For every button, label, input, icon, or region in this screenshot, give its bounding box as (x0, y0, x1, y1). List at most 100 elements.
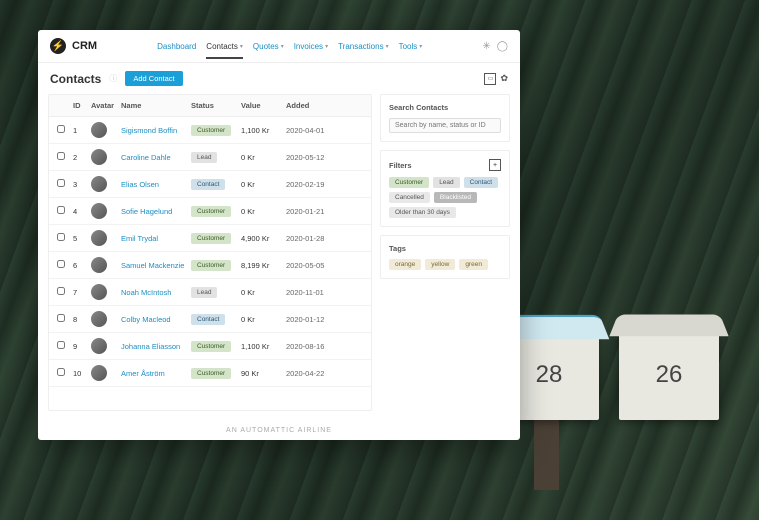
contact-name-link[interactable]: Sofie Hagelund (121, 207, 172, 216)
contact-name-link[interactable]: Caroline Dahle (121, 153, 171, 162)
filters-panel: Filters + CustomerLeadContactCancelledBl… (380, 150, 510, 227)
row-checkbox[interactable] (57, 152, 65, 160)
add-contact-button[interactable]: Add Contact (125, 71, 182, 86)
row-checkbox[interactable] (57, 179, 65, 187)
table-body: 1Sigismond BoffinCustomer1,100 Kr2020-04… (49, 117, 371, 387)
cell-added: 2020-02-19 (286, 180, 341, 189)
avatar[interactable] (91, 203, 107, 219)
row-checkbox[interactable] (57, 125, 65, 133)
notifications-icon[interactable]: ✳ (482, 41, 490, 52)
content-area: IDAvatarNameStatusValueAdded 1Sigismond … (38, 94, 520, 421)
filter-chip-lead[interactable]: Lead (433, 177, 459, 188)
avatar[interactable] (91, 176, 107, 192)
contact-name-link[interactable]: Johanna Eliasson (121, 342, 180, 351)
column-header[interactable]: Avatar (91, 101, 121, 110)
table-row[interactable]: 7Noah McIntoshLead0 Kr2020-11-01 (49, 279, 371, 306)
contact-name-link[interactable]: Elias Olsen (121, 180, 159, 189)
contact-name-link[interactable]: Colby Macleod (121, 315, 171, 324)
brand[interactable]: ⚡ CRM (50, 38, 97, 54)
chevron-down-icon: ▾ (325, 43, 328, 50)
status-badge: Lead (191, 152, 217, 163)
status-badge: Contact (191, 314, 225, 325)
status-badge: Customer (191, 260, 231, 271)
column-header[interactable]: ID (73, 101, 91, 110)
row-checkbox[interactable] (57, 341, 65, 349)
tags-panel: Tags orangeyellowgreen (380, 235, 510, 279)
table-row[interactable]: 4Sofie HagelundCustomer0 Kr2020-01-21 (49, 198, 371, 225)
avatar[interactable] (91, 122, 107, 138)
tag-chip[interactable]: green (459, 259, 488, 270)
view-controls: ▭ ✿ (484, 73, 508, 85)
avatar[interactable] (91, 149, 107, 165)
settings-gear-icon[interactable]: ✿ (500, 73, 508, 85)
crm-app-window: ⚡ CRM DashboardContacts▾Quotes▾Invoices▾… (38, 30, 520, 440)
search-input[interactable] (389, 118, 501, 133)
cell-added: 2020-11-01 (286, 288, 341, 297)
cell-added: 2020-01-21 (286, 207, 341, 216)
table-row[interactable]: 3Elias OlsenContact0 Kr2020-02-19 (49, 171, 371, 198)
cell-value: 1,100 Kr (241, 342, 286, 351)
avatar[interactable] (91, 257, 107, 273)
footer-tagline: AN AUTOMATTIC AIRLINE (38, 421, 520, 440)
avatar[interactable] (91, 365, 107, 381)
table-row[interactable]: 9Johanna EliassonCustomer1,100 Kr2020-08… (49, 333, 371, 360)
cell-id: 7 (73, 288, 91, 297)
contact-name-link[interactable]: Sigismond Boffin (121, 126, 177, 135)
contact-name-link[interactable]: Amer Åström (121, 369, 165, 378)
row-checkbox[interactable] (57, 368, 65, 376)
row-checkbox[interactable] (57, 287, 65, 295)
info-icon[interactable]: ⓘ (109, 73, 117, 84)
brand-name: CRM (72, 40, 97, 52)
table-row[interactable]: 6Samuel MackenzieCustomer8,199 Kr2020-05… (49, 252, 371, 279)
avatar[interactable] (91, 284, 107, 300)
avatar[interactable] (91, 311, 107, 327)
column-header[interactable]: Name (121, 101, 191, 110)
cell-added: 2020-04-01 (286, 126, 341, 135)
cell-id: 3 (73, 180, 91, 189)
table-row[interactable]: 5Emil TrydalCustomer4,900 Kr2020-01-28 (49, 225, 371, 252)
mailbox: 26 (619, 330, 719, 420)
filter-chip-cancelled[interactable]: Cancelled (389, 192, 430, 203)
row-checkbox[interactable] (57, 260, 65, 268)
nav-item-contacts[interactable]: Contacts▾ (206, 42, 243, 59)
view-toggle-icon[interactable]: ▭ (484, 73, 496, 85)
cell-added: 2020-01-12 (286, 315, 341, 324)
status-badge: Lead (191, 287, 217, 298)
avatar[interactable] (91, 338, 107, 354)
nav-item-tools[interactable]: Tools▾ (399, 42, 423, 51)
page-title: Contacts (50, 72, 101, 86)
tag-chip[interactable]: orange (389, 259, 421, 270)
tag-chip[interactable]: yellow (425, 259, 455, 270)
filter-chip-contact[interactable]: Contact (464, 177, 498, 188)
filter-chip-customer[interactable]: Customer (389, 177, 429, 188)
table-row[interactable]: 2Caroline DahleLead0 Kr2020-05-12 (49, 144, 371, 171)
contact-name-link[interactable]: Emil Trydal (121, 234, 158, 243)
row-checkbox[interactable] (57, 314, 65, 322)
user-icon[interactable]: ◯ (497, 41, 508, 52)
sidebar: Search Contacts Filters + CustomerLeadCo… (380, 94, 510, 411)
table-row[interactable]: 1Sigismond BoffinCustomer1,100 Kr2020-04… (49, 117, 371, 144)
contacts-table: IDAvatarNameStatusValueAdded 1Sigismond … (48, 94, 372, 411)
chevron-down-icon: ▾ (281, 43, 284, 50)
status-badge: Customer (191, 125, 231, 136)
avatar[interactable] (91, 230, 107, 246)
column-header[interactable]: Value (241, 101, 286, 110)
cell-id: 4 (73, 207, 91, 216)
nav-item-transactions[interactable]: Transactions▾ (338, 42, 389, 51)
filter-chip-older[interactable]: Older than 30 days (389, 207, 456, 218)
filter-chip-blacklisted[interactable]: Blacklisted (434, 192, 477, 203)
nav-item-dashboard[interactable]: Dashboard (157, 42, 196, 51)
column-header[interactable]: Status (191, 101, 241, 110)
add-filter-icon[interactable]: + (489, 159, 501, 171)
table-row[interactable]: 8Colby MacleodContact0 Kr2020-01-12 (49, 306, 371, 333)
title-bar: Contacts ⓘ Add Contact ▭ ✿ (38, 63, 520, 94)
nav-item-quotes[interactable]: Quotes▾ (253, 42, 284, 51)
column-header[interactable]: Added (286, 101, 341, 110)
row-checkbox[interactable] (57, 206, 65, 214)
row-checkbox[interactable] (57, 233, 65, 241)
table-row[interactable]: 10Amer ÅströmCustomer90 Kr2020-04-22 (49, 360, 371, 387)
contact-name-link[interactable]: Noah McIntosh (121, 288, 171, 297)
contact-name-link[interactable]: Samuel Mackenzie (121, 261, 184, 270)
nav-item-invoices[interactable]: Invoices▾ (294, 42, 328, 51)
cell-added: 2020-08-16 (286, 342, 341, 351)
